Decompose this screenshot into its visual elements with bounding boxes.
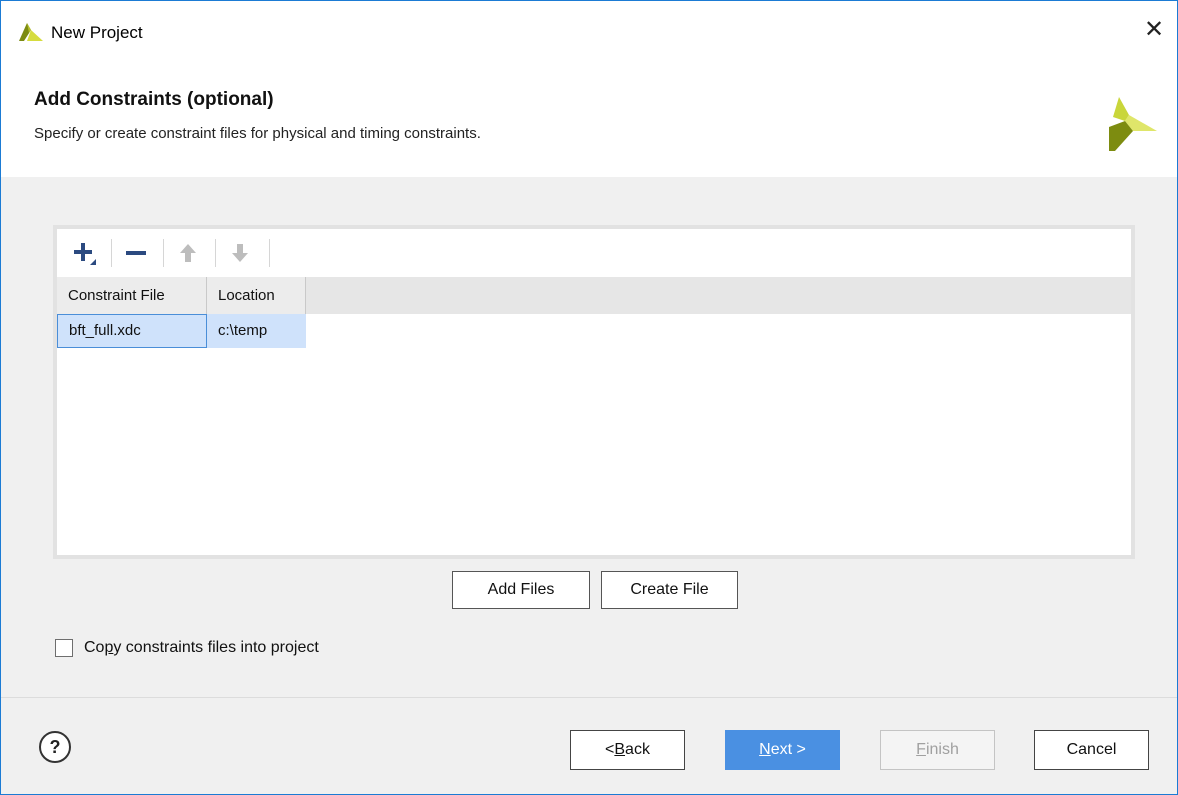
- toolbar-separator: [269, 239, 270, 267]
- toolbar-separator: [215, 239, 216, 267]
- table-header: Constraint File Location: [57, 277, 1131, 314]
- add-icon: [74, 243, 96, 265]
- main-content: Constraint File Location bft_full.xdc c:…: [1, 177, 1177, 697]
- move-up-icon: [180, 244, 196, 262]
- location-cell[interactable]: c:\temp: [207, 314, 306, 348]
- page-header: Add Constraints (optional) Specify or cr…: [1, 57, 1177, 177]
- column-header-constraint-file[interactable]: Constraint File: [57, 277, 207, 314]
- back-button[interactable]: < Back: [570, 730, 685, 770]
- remove-icon: [126, 251, 146, 255]
- create-file-button[interactable]: Create File: [601, 571, 738, 609]
- remove-button[interactable]: [117, 235, 155, 271]
- close-button[interactable]: ✕: [1131, 11, 1177, 49]
- column-header-location[interactable]: Location: [207, 277, 306, 314]
- help-button[interactable]: ?: [39, 731, 71, 763]
- title-bar: New Project ✕: [1, 1, 1177, 57]
- toolbar-separator: [163, 239, 164, 267]
- copy-constraints-label: Copy constraints files into project: [84, 639, 319, 656]
- move-up-button[interactable]: [169, 235, 207, 271]
- add-button[interactable]: [65, 235, 103, 271]
- constraint-file-cell[interactable]: bft_full.xdc: [57, 314, 207, 348]
- move-down-button[interactable]: [221, 235, 259, 271]
- copy-constraints-option[interactable]: Copy constraints files into project: [55, 637, 319, 659]
- constraints-panel: Constraint File Location bft_full.xdc c:…: [53, 225, 1135, 559]
- vivado-logo-icon: [1109, 97, 1157, 151]
- dialog-footer: ? < Back Next > Finish Cancel: [1, 698, 1177, 794]
- toolbar-separator: [111, 239, 112, 267]
- constraints-toolbar: [57, 229, 1131, 277]
- vivado-app-icon: [19, 23, 43, 41]
- window-title: New Project: [51, 23, 143, 42]
- page-title: Add Constraints (optional): [34, 89, 274, 110]
- copy-constraints-checkbox[interactable]: [55, 639, 73, 657]
- page-description: Specify or create constraint files for p…: [34, 125, 481, 142]
- new-project-dialog: New Project ✕ Add Constraints (optional)…: [0, 0, 1178, 795]
- close-icon: ✕: [1143, 16, 1165, 43]
- finish-button[interactable]: Finish: [880, 730, 995, 770]
- next-button[interactable]: Next >: [725, 730, 840, 770]
- help-icon: ?: [49, 737, 61, 757]
- move-down-icon: [232, 244, 248, 262]
- add-files-button[interactable]: Add Files: [452, 571, 590, 609]
- cancel-button[interactable]: Cancel: [1034, 730, 1149, 770]
